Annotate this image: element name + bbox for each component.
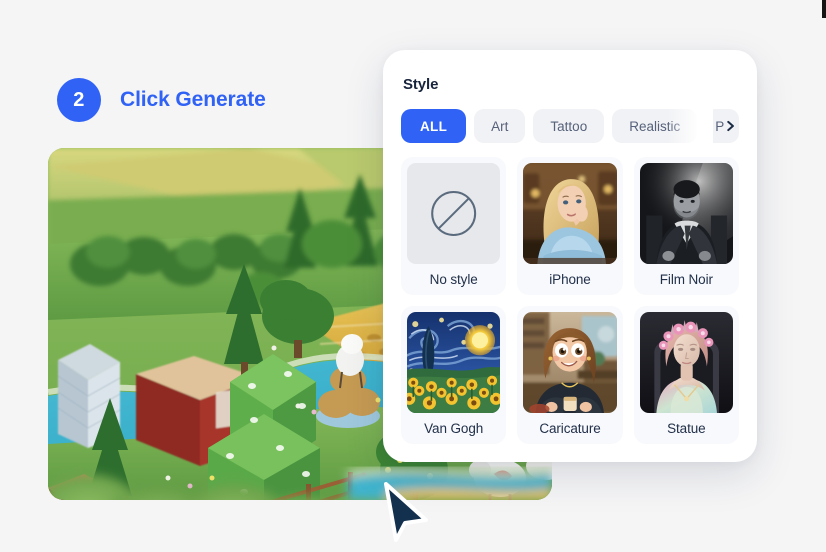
style-card-van-gogh[interactable]: Van Gogh <box>401 306 507 444</box>
filter-chip-art[interactable]: Art <box>474 109 526 143</box>
filter-chip-all[interactable]: ALL <box>401 109 467 143</box>
chevron-right-icon[interactable] <box>717 113 743 139</box>
style-label: Van Gogh <box>424 421 484 436</box>
style-grid: No style iPhone Film Noir Van Gogh Caric… <box>401 157 739 444</box>
filter-chip-realistic[interactable]: Realistic <box>612 109 698 143</box>
no-style-icon <box>407 163 501 264</box>
step-header: 2 Click Generate <box>57 78 266 122</box>
style-card-film-noir[interactable]: Film Noir <box>633 157 739 295</box>
style-thumbnail-film-noir <box>639 163 733 264</box>
step-number-badge: 2 <box>57 78 101 122</box>
style-card-statue[interactable]: Statue <box>633 306 739 444</box>
style-card-iphone[interactable]: iPhone <box>517 157 623 295</box>
step-title: Click Generate <box>120 88 266 111</box>
style-filter-row: ALL Art Tattoo Realistic P <box>401 109 739 143</box>
style-card-no-style[interactable]: No style <box>401 157 507 295</box>
style-label: Caricature <box>539 421 601 436</box>
filter-chip-tattoo[interactable]: Tattoo <box>533 109 605 143</box>
style-label: No style <box>429 272 478 287</box>
style-label: Film Noir <box>659 272 713 287</box>
style-panel: Style ALL Art Tattoo Realistic P No styl… <box>383 50 757 462</box>
screen-edge-artifact <box>822 0 826 18</box>
style-thumbnail-iphone <box>523 163 617 264</box>
style-label: iPhone <box>549 272 591 287</box>
style-thumbnail-statue <box>639 312 733 413</box>
style-thumbnail-van-gogh <box>407 312 501 413</box>
style-thumbnail-caricature <box>523 312 617 413</box>
style-label: Statue <box>667 421 706 436</box>
style-card-caricature[interactable]: Caricature <box>517 306 623 444</box>
panel-title: Style <box>403 76 439 93</box>
